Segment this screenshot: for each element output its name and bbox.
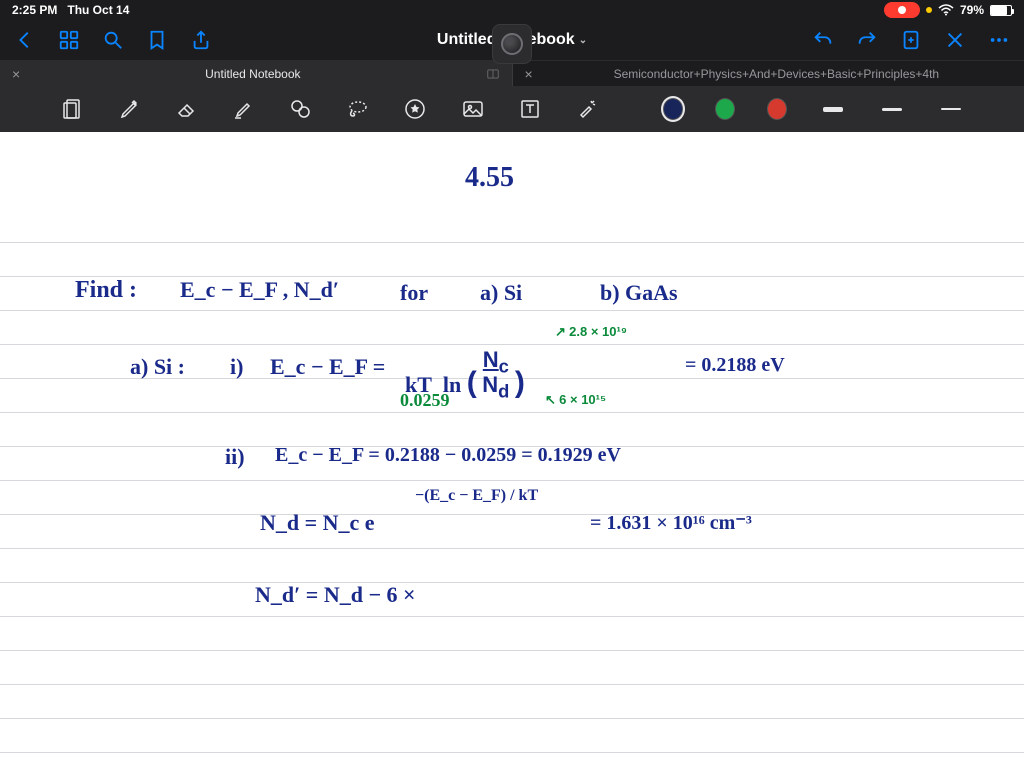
hw-find-label: Find : (75, 277, 137, 304)
add-page-icon[interactable] (900, 29, 922, 51)
eraser-tool[interactable] (174, 95, 199, 123)
tab-close-icon[interactable]: × (12, 66, 20, 82)
tab-notebook[interactable]: × Untitled Notebook (0, 61, 512, 86)
status-time: 2:25 PM (12, 3, 57, 17)
undo-icon[interactable] (812, 29, 834, 51)
status-bar: 2:25 PM Thu Oct 14 79% (0, 0, 1024, 20)
share-icon[interactable] (190, 29, 212, 51)
favorites-tool[interactable] (403, 95, 428, 123)
line-weight-medium[interactable] (878, 95, 905, 123)
hw-nd-lhs: N_d = N_c e (260, 510, 375, 536)
hw-problem-number: 4.55 (465, 162, 514, 194)
hw-nc-anno: ↗ 2.8 × 10¹⁹ (555, 324, 627, 340)
hw-kt-val: 0.0259 (400, 390, 450, 411)
hw-find-expr: E_c − E_F , N_d′ (180, 277, 339, 303)
hw-a-label: a) Si : (130, 354, 185, 380)
highlighter-tool[interactable] (231, 95, 256, 123)
page-nav-tool[interactable] (60, 95, 85, 123)
tool-strip (0, 86, 1024, 132)
close-icon[interactable] (944, 29, 966, 51)
dashboard-icon[interactable] (58, 29, 80, 51)
screen-record-indicator[interactable] (884, 2, 920, 18)
battery-percent: 79% (960, 3, 984, 17)
shapes-tool[interactable] (289, 95, 314, 123)
battery-icon (990, 5, 1012, 16)
hw-ii-label: ii) (225, 444, 245, 470)
hw-nd-res: = 1.631 × 10¹⁶ cm⁻³ (590, 510, 752, 535)
lasso-tool[interactable] (346, 95, 371, 123)
laser-tool[interactable] (574, 95, 599, 123)
status-date: Thu Oct 14 (67, 3, 129, 17)
notebook-page[interactable]: 4.55 Find : E_c − E_F , N_d′ for a) Si b… (0, 132, 1024, 768)
color-swatch-green[interactable] (715, 98, 735, 120)
more-icon[interactable] (988, 29, 1010, 51)
hw-i-lhs: E_c − E_F = (270, 354, 385, 380)
hw-nd-anno: ↖ 6 × 10¹⁵ (545, 392, 606, 408)
tab-label: Untitled Notebook (28, 67, 477, 81)
zoom-lens-button[interactable] (492, 24, 532, 64)
hw-case-a: a) Si (480, 280, 522, 306)
image-tool[interactable] (460, 95, 485, 123)
tab-close-icon[interactable]: × (525, 66, 533, 82)
wifi-icon (938, 4, 954, 16)
color-swatch-navy[interactable] (663, 98, 683, 120)
redo-icon[interactable] (856, 29, 878, 51)
hw-nd-prime: N_d′ = N_d − 6 × (255, 582, 416, 608)
line-weight-thin[interactable] (937, 95, 964, 123)
hw-i-label: i) (230, 354, 243, 380)
tab-pdf[interactable]: × Semiconductor+Physics+And+Devices+Basi… (513, 61, 1024, 86)
hw-i-result: = 0.2188 eV (685, 354, 785, 377)
wifi-indicator-dot (926, 7, 932, 13)
text-tool[interactable] (517, 95, 542, 123)
lens-icon (501, 33, 523, 55)
hw-nd-exp: −(E_c − E_F) / kT (415, 487, 538, 505)
chevron-down-icon: ⌄ (579, 35, 587, 46)
search-icon[interactable] (102, 29, 124, 51)
tab-label: Semiconductor+Physics+And+Devices+Basic+… (541, 67, 1012, 81)
bookmark-icon[interactable] (146, 29, 168, 51)
split-view-icon[interactable] (486, 67, 500, 81)
color-swatch-red[interactable] (767, 98, 787, 120)
line-weight-thick[interactable] (819, 95, 846, 123)
pen-tool[interactable] (117, 95, 142, 123)
hw-for: for (400, 280, 428, 306)
back-icon[interactable] (14, 29, 36, 51)
hw-case-b: b) GaAs (600, 280, 678, 306)
hw-ii-expr: E_c − E_F = 0.2188 − 0.0259 = 0.1929 eV (275, 444, 621, 467)
